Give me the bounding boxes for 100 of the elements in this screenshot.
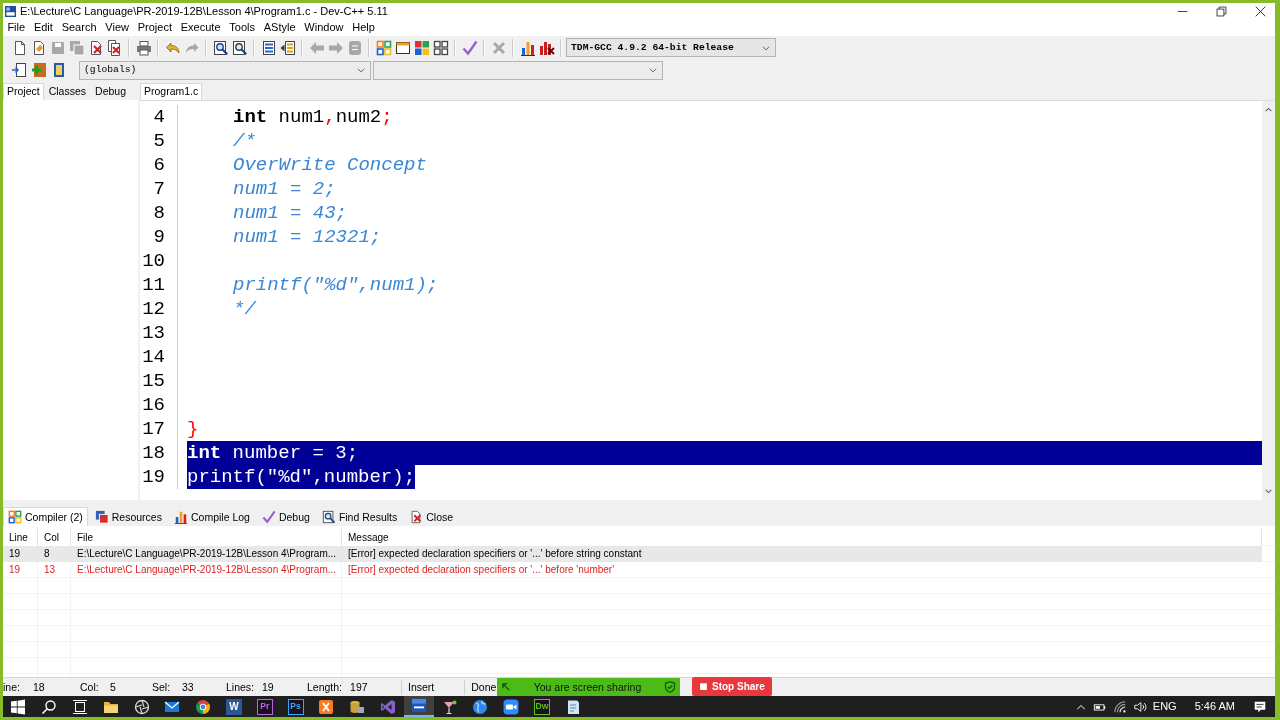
code-line: int num1,num2; <box>232 105 393 129</box>
scope-dropdown[interactable]: (globals) <box>79 60 371 80</box>
app-icon[interactable]: Dw <box>533 698 550 715</box>
panel-tab[interactable]: Debug <box>91 83 130 100</box>
aperture-icon[interactable] <box>133 698 150 715</box>
clock[interactable]: 5:46 AM <box>1194 699 1235 714</box>
window-icon[interactable] <box>394 39 411 56</box>
indent-icon[interactable] <box>260 39 277 56</box>
line-number: 12 <box>140 297 178 321</box>
start-icon[interactable] <box>10 698 27 715</box>
line-number: 6 <box>140 153 178 177</box>
app-icon[interactable]: Pr <box>256 698 273 715</box>
line-number: 19 <box>140 465 178 489</box>
cross-tile-icon[interactable] <box>318 698 335 715</box>
panel-tab[interactable]: Debug <box>256 507 315 526</box>
window-title: E:\Lecture\C Language\PR-2019-12B\Lesson 4\Program1.c - Dev-C++ 5.11 <box>20 4 388 19</box>
table-cell-text: E:\Lecture\C Language\PR-2019-12B\Lesson 4\Program... <box>76 548 338 560</box>
search-icon <box>321 510 336 524</box>
wifi-icon[interactable] <box>1112 699 1127 714</box>
bar-chart-icon[interactable] <box>519 39 536 56</box>
line-number: 11 <box>140 273 178 297</box>
close-icon[interactable] <box>1255 6 1266 17</box>
color-grid-icon[interactable] <box>413 39 430 56</box>
panel-tab[interactable]: Classes <box>44 83 91 100</box>
video-camera-icon[interactable] <box>503 698 520 715</box>
line-number: 7 <box>140 177 178 201</box>
four-squares-icon[interactable] <box>375 39 392 56</box>
volume-icon[interactable] <box>1132 699 1147 714</box>
chart-delete-icon[interactable] <box>538 39 555 56</box>
app-icon[interactable]: W <box>225 698 242 715</box>
compiler-dropdown[interactable]: TDM-GCC 4.9.2 64-bit Release <box>566 38 776 57</box>
app-tile-icon[interactable] <box>403 696 434 717</box>
table-cell-text: 13 <box>43 564 57 576</box>
print-icon[interactable] <box>135 39 152 56</box>
stop-share-button[interactable]: Stop Share <box>692 677 772 696</box>
checkmark-icon[interactable] <box>461 39 478 56</box>
stop-icon <box>699 682 708 691</box>
menu-item[interactable]: Edit <box>29 21 58 35</box>
line-number: 13 <box>140 321 178 345</box>
message-row[interactable]: 19 8 E:\Lecture\C Language\PR-2019-12B\Lesson 4\Program... [Error] expected declaration specifiers or '...' before string constant <box>3 546 1262 562</box>
menu-item[interactable]: File <box>3 21 30 35</box>
file-tab[interactable]: Program1.c <box>140 83 203 100</box>
restore-icon[interactable] <box>1216 6 1227 17</box>
menu-item[interactable]: Project <box>133 21 177 35</box>
colored-circle-icon[interactable] <box>195 698 212 715</box>
database-icon[interactable] <box>349 698 366 715</box>
line-number: 5 <box>140 129 178 153</box>
globe-icon[interactable] <box>472 698 489 715</box>
unindent-icon[interactable] <box>279 39 296 56</box>
language-indicator[interactable]: ENG <box>1152 699 1177 714</box>
document-arrow-icon[interactable] <box>11 62 27 78</box>
app-icon[interactable]: Ps <box>287 698 304 715</box>
vertical-scrollbar[interactable] <box>1262 101 1275 500</box>
panel-tab[interactable]: Close <box>404 507 459 526</box>
table-cell-text: 8 <box>43 548 51 560</box>
close-all-icon[interactable] <box>106 39 123 56</box>
panel-tab[interactable]: Compile Log <box>168 507 255 526</box>
status-value: 197 <box>350 680 368 694</box>
four-squares-icon <box>8 510 22 524</box>
table-cell-text: [Error] expected declaration specifiers or '...' before string constant <box>347 548 643 560</box>
line-number: 14 <box>140 345 178 369</box>
status-label: Lines: <box>226 680 256 694</box>
message-row[interactable]: 19 13 E:\Lecture\C Language\PR-2019-12B\Lesson 4\Program... [Error] expected declaration specifiers or '...' before 'number' <box>3 562 1262 578</box>
scroll-up-icon[interactable] <box>1264 105 1273 114</box>
task-view-icon[interactable] <box>72 698 88 715</box>
menu-item[interactable]: Tools <box>224 21 260 35</box>
line-number: 18 <box>140 441 178 465</box>
menu-item[interactable]: Window <box>299 21 348 35</box>
panel-tab[interactable]: Compiler (2) <box>3 507 88 526</box>
menu-item[interactable]: Search <box>57 21 101 35</box>
search-replace-icon[interactable] <box>231 39 248 56</box>
panel-tab[interactable]: Resources <box>89 507 167 526</box>
status-label: Length: <box>307 680 344 694</box>
code-line: */ <box>232 297 256 321</box>
code-line: num1 = 12321; <box>232 225 382 249</box>
notification-icon[interactable] <box>1253 699 1267 714</box>
insert-mode-label: Insert <box>408 680 435 694</box>
panel-tab[interactable]: Find Results <box>316 507 403 526</box>
shield-icon <box>664 681 676 693</box>
close-file-icon <box>409 510 424 524</box>
status-label: Sel: <box>152 680 172 694</box>
status-value: 18 <box>33 680 45 694</box>
book-icon[interactable] <box>51 62 67 78</box>
panel-tab[interactable]: Project <box>3 83 44 100</box>
status-value: 19 <box>262 680 274 694</box>
code-line: OverWrite Concept <box>232 153 427 177</box>
menu-item[interactable]: Help <box>347 21 380 35</box>
scroll-down-icon[interactable] <box>1264 487 1273 496</box>
menu-item[interactable]: View <box>100 21 134 35</box>
code-line: /* <box>232 129 256 153</box>
glass-icon[interactable] <box>441 698 458 715</box>
code-line: num1 = 43; <box>232 201 348 225</box>
code-line: num1 = 2; <box>232 177 336 201</box>
search-icon[interactable] <box>41 698 58 715</box>
menu-item[interactable]: Execute <box>176 21 225 35</box>
menu-item[interactable]: AStyle <box>259 21 300 35</box>
ribbon-icon[interactable] <box>379 698 396 715</box>
status-value: 5 <box>110 680 116 694</box>
search-icon[interactable] <box>212 39 229 56</box>
grid-icon[interactable] <box>432 39 449 56</box>
